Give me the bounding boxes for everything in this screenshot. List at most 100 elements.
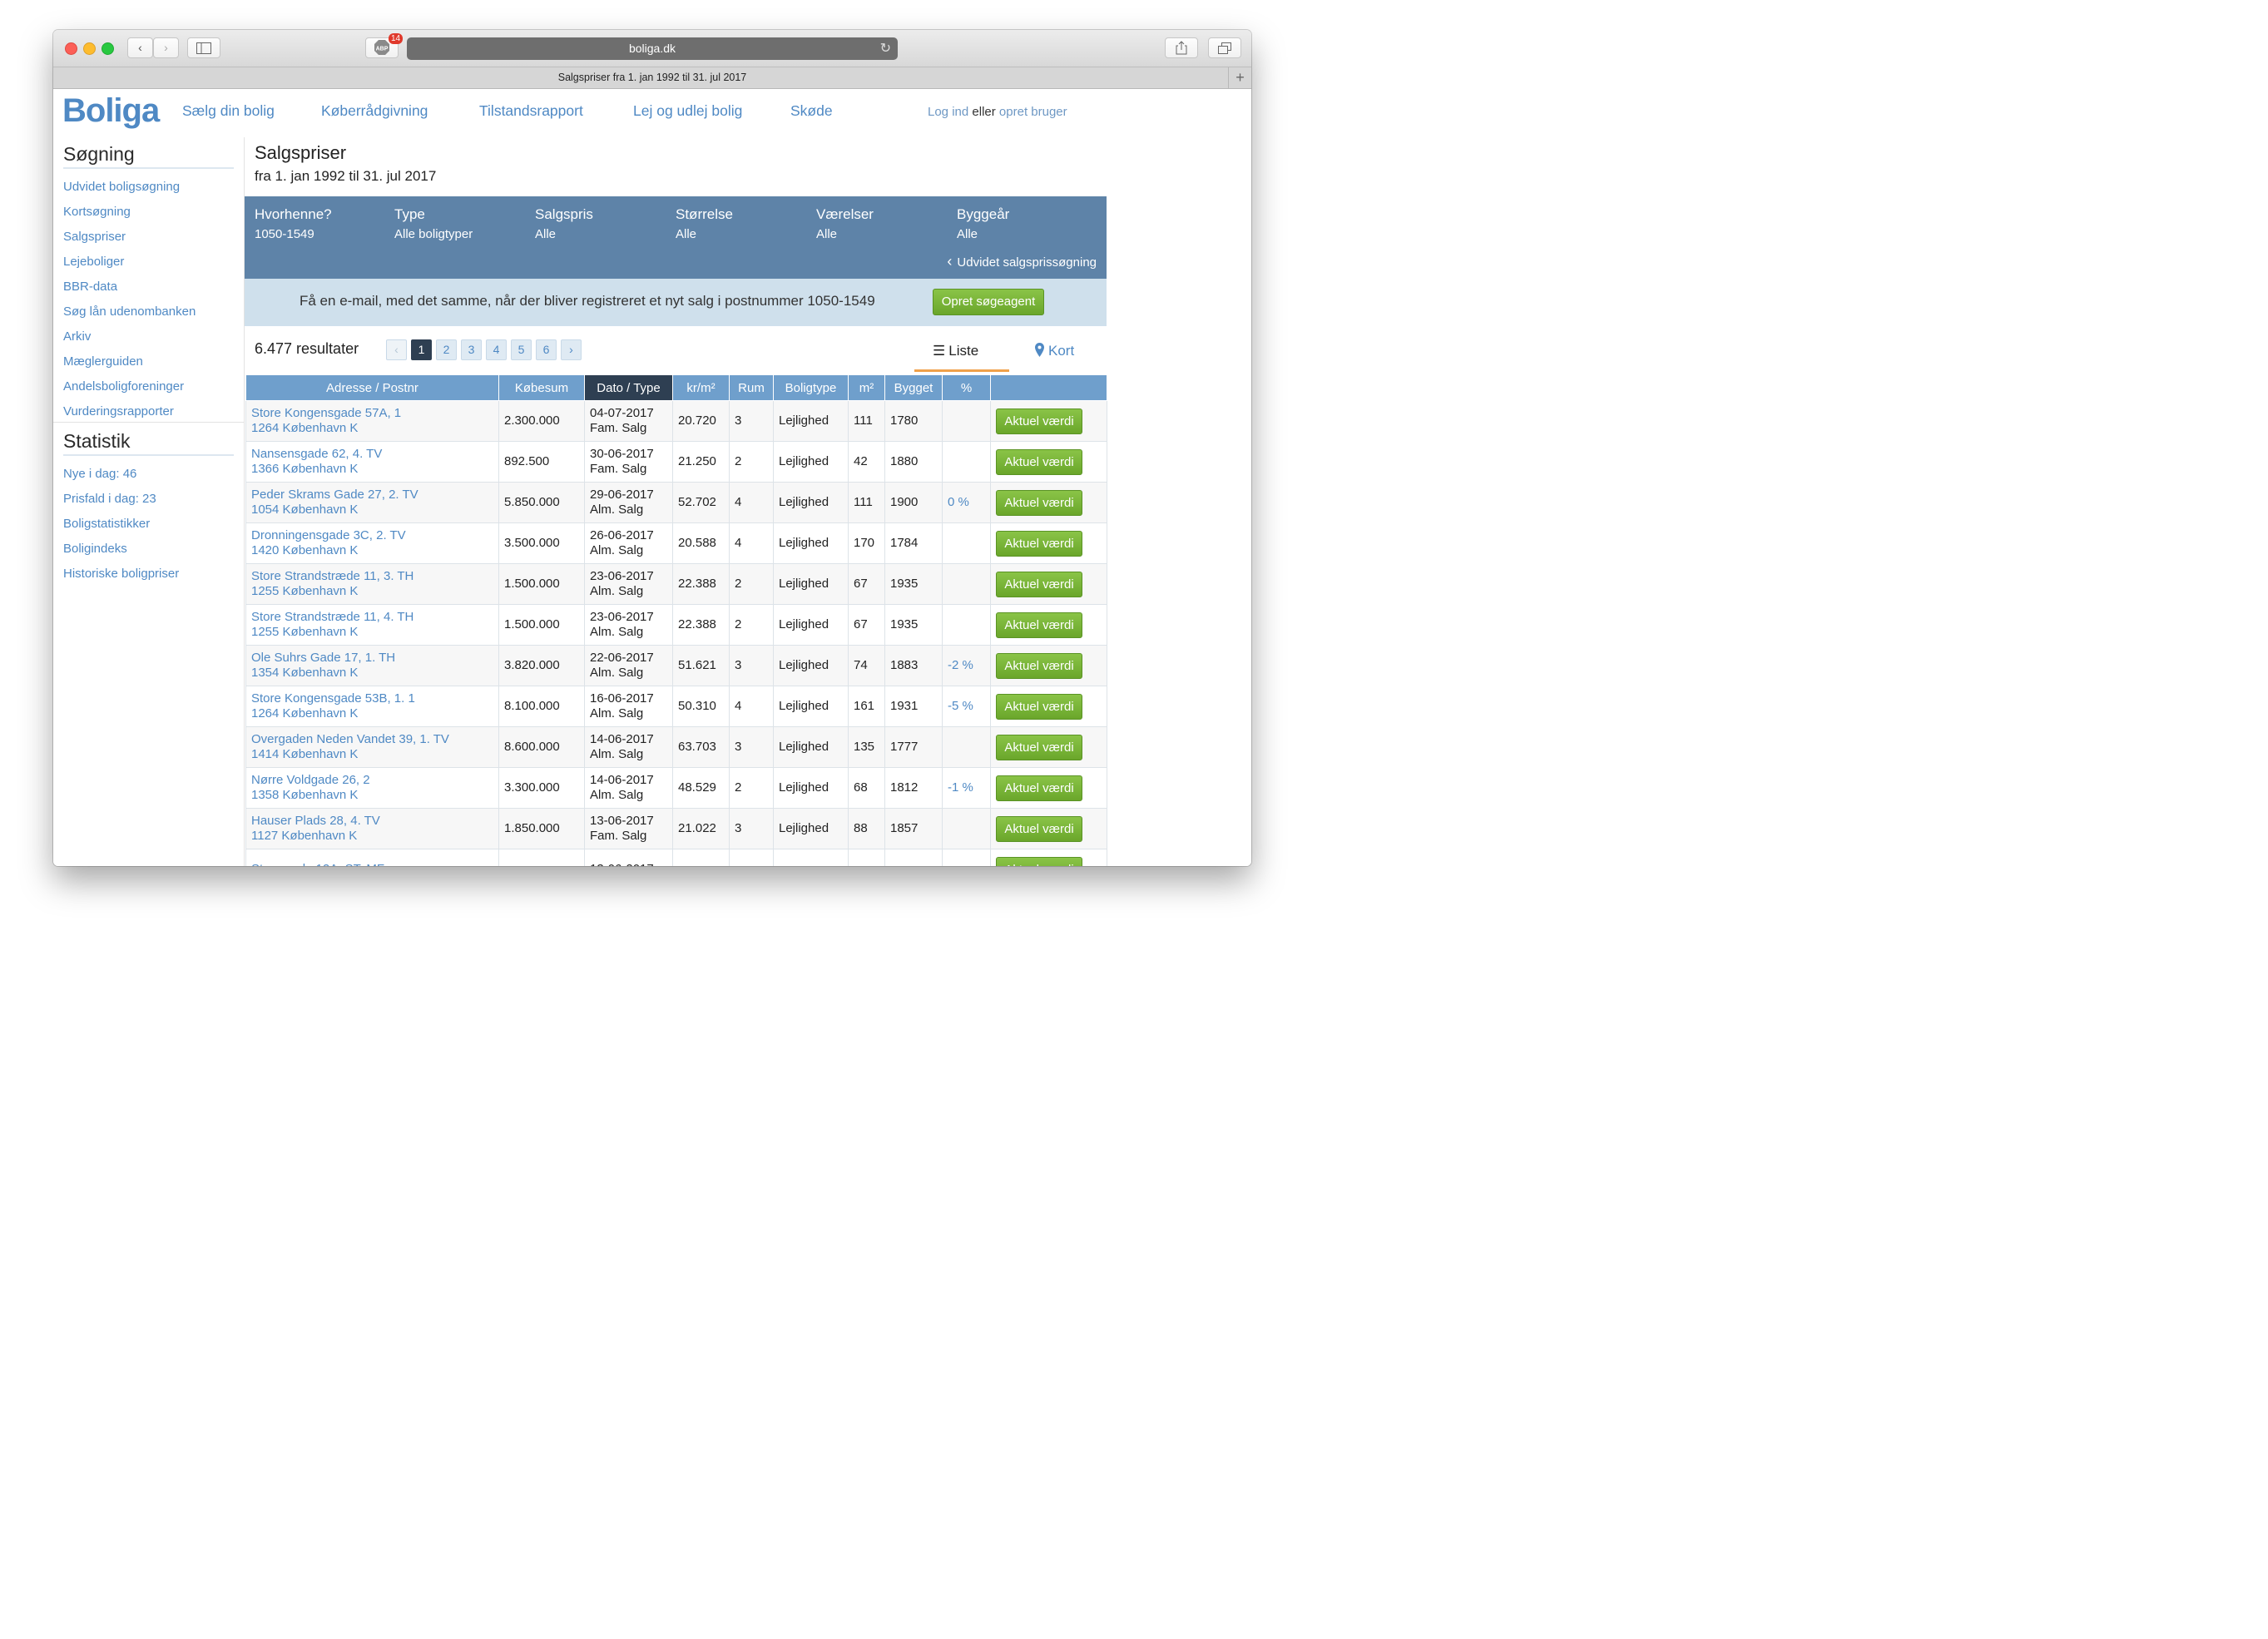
sidebar-link-valuation-reports[interactable]: Vurderingsrapporter	[63, 404, 174, 418]
tab-title[interactable]: Salgspriser fra 1. jan 1992 til 31. jul …	[558, 72, 747, 83]
create-search-agent-button[interactable]: Opret søgeagent	[933, 289, 1044, 315]
address-link[interactable]: Store Kongensgade 53B, 1. 1	[251, 691, 498, 706]
column-header-built[interactable]: Bygget	[884, 374, 943, 401]
current-value-button[interactable]: Aktuel værdi	[996, 408, 1082, 434]
sidebar-link-housing-stats[interactable]: Boligstatistikker	[63, 517, 150, 531]
current-value-button[interactable]: Aktuel værdi	[996, 815, 1082, 842]
address-bar[interactable]: boliga.dk ↻	[407, 37, 898, 60]
register-link[interactable]: opret bruger	[999, 105, 1067, 119]
nav-deed[interactable]: Skøde	[790, 102, 833, 120]
column-header-percent[interactable]: %	[942, 374, 991, 401]
sidebar-link-price-drops[interactable]: Prisfald i dag: 23	[63, 492, 156, 506]
pagination-next[interactable]: ›	[561, 339, 582, 360]
sidebar-link-realtor-guide[interactable]: Mæglerguiden	[63, 354, 143, 369]
sidebar-link-map-search[interactable]: Kortsøgning	[63, 205, 131, 219]
address-link[interactable]: Ole Suhrs Gade 17, 1. TH	[251, 651, 498, 666]
address-link[interactable]: Nørre Voldgade 26, 2	[251, 773, 498, 788]
filter-size[interactable]: Størrelse Alle	[676, 206, 733, 241]
current-value-button[interactable]: Aktuel værdi	[996, 571, 1082, 597]
back-button[interactable]: ‹	[127, 37, 153, 58]
table-row[interactable]: Store Kongensgade 53B, 1. 1 1264 Københav…	[245, 686, 1107, 727]
nav-sell-home[interactable]: Sælg din bolig	[182, 102, 275, 120]
sidebar-link-new-today[interactable]: Nye i dag: 46	[63, 467, 136, 481]
filter-price[interactable]: Salgspris Alle	[535, 206, 593, 241]
sidebar-link-sales-prices[interactable]: Salgspriser	[63, 230, 126, 244]
sidebar-link-historic-prices[interactable]: Historiske boligpriser	[63, 567, 179, 581]
sidebar-link-bbr-data[interactable]: BBR-data	[63, 280, 117, 294]
table-row[interactable]: Overgaden Neden Vandet 39, 1. TV 1414 Køb…	[245, 726, 1107, 768]
pagination-page-5[interactable]: 5	[511, 339, 532, 360]
zoom-window-icon[interactable]	[102, 42, 114, 55]
table-row[interactable]: Store Strandstræde 11, 4. TH 1255 Københa…	[245, 604, 1107, 646]
sidebar-link-advanced-search[interactable]: Udvidet boligsøgning	[63, 180, 180, 194]
share-button[interactable]	[1165, 37, 1198, 58]
address-link[interactable]: Hauser Plads 28, 4. TV	[251, 814, 498, 829]
filter-rooms[interactable]: Værelser Alle	[816, 206, 874, 241]
current-value-button[interactable]: Aktuel værdi	[996, 530, 1082, 557]
column-header-address[interactable]: Adresse / Postnr	[245, 374, 499, 401]
current-value-button[interactable]: Aktuel værdi	[996, 448, 1082, 475]
reload-icon[interactable]: ↻	[880, 37, 891, 60]
nav-buyer-advice[interactable]: Køberrådgivning	[321, 102, 428, 120]
tab-map-view[interactable]: Kort	[1035, 343, 1074, 359]
new-tab-button[interactable]: +	[1228, 67, 1251, 88]
column-header-date-type[interactable]: Dato / Type	[584, 374, 673, 401]
sidebar-link-archive[interactable]: Arkiv	[63, 329, 91, 344]
sidebar-link-housing-index[interactable]: Boligindeks	[63, 542, 127, 556]
current-value-button[interactable]: Aktuel værdi	[996, 612, 1082, 638]
minimize-window-icon[interactable]	[83, 42, 96, 55]
current-value-button[interactable]: Aktuel værdi	[996, 693, 1082, 720]
address-link[interactable]: Store Strandstræde 11, 4. TH	[251, 610, 498, 625]
current-value-button[interactable]: Aktuel værdi	[996, 652, 1082, 679]
current-value-button[interactable]: Aktuel værdi	[996, 856, 1082, 866]
close-window-icon[interactable]	[65, 42, 77, 55]
table-row[interactable]: Ole Suhrs Gade 17, 1. TH 1354 København K…	[245, 645, 1107, 686]
address-link[interactable]: Store Strandstræde 11, 3. TH	[251, 569, 498, 584]
year-built-cell: 1883	[884, 645, 943, 686]
current-value-button[interactable]: Aktuel værdi	[996, 489, 1082, 516]
pagination-page-4[interactable]: 4	[486, 339, 507, 360]
column-header-price[interactable]: Købesum	[498, 374, 585, 401]
column-header-rooms[interactable]: Rum	[729, 374, 774, 401]
pagination-prev[interactable]: ‹	[386, 339, 407, 360]
address-link[interactable]: Store Kongensgade 57A, 1	[251, 406, 498, 421]
sidebar-link-housing-coops[interactable]: Andelsboligforeninger	[63, 379, 184, 394]
nav-condition-report[interactable]: Tilstandsrapport	[479, 102, 583, 120]
address-link[interactable]: Peder Skrams Gade 27, 2. TV	[251, 488, 498, 503]
table-row[interactable]: Hauser Plads 28, 4. TV 1127 København K 1.…	[245, 808, 1107, 849]
nav-rent[interactable]: Lej og udlej bolig	[633, 102, 742, 120]
table-row[interactable]: Store Strandstræde 11, 3. TH 1255 Københa…	[245, 563, 1107, 605]
current-value-button[interactable]: Aktuel værdi	[996, 775, 1082, 801]
table-row[interactable]: Nansensgade 62, 4. TV 1366 København K 892…	[245, 441, 1107, 483]
forward-button[interactable]: ›	[153, 37, 179, 58]
column-header-sqm[interactable]: m²	[848, 374, 885, 401]
sidebar-link-rentals[interactable]: Lejeboliger	[63, 255, 124, 269]
address-link[interactable]: Overgaden Neden Vandet 39, 1. TV	[251, 732, 498, 747]
sidebar-link-loans[interactable]: Søg lån udenombanken	[63, 305, 196, 319]
login-link[interactable]: Log ind	[928, 105, 968, 119]
pagination-page-1[interactable]: 1	[411, 339, 432, 360]
address-link[interactable]: Dronningensgade 3C, 2. TV	[251, 528, 498, 543]
pagination-page-6[interactable]: 6	[536, 339, 557, 360]
address-link[interactable]: Nansensgade 62, 4. TV	[251, 447, 498, 462]
address-link[interactable]: Stormgade 12A, ST. MF	[251, 862, 498, 866]
adblock-button[interactable]: ABP 14	[365, 33, 404, 58]
boliga-logo[interactable]: Boliga	[62, 92, 160, 130]
pagination-page-2[interactable]: 2	[436, 339, 457, 360]
current-value-button[interactable]: Aktuel værdi	[996, 734, 1082, 760]
table-row[interactable]: Nørre Voldgade 26, 2 1358 København K 3.30…	[245, 767, 1107, 809]
table-row[interactable]: Stormgade 12A, ST. MF 13-06-2017 Aktuel væ…	[245, 849, 1107, 866]
tabs-overview-button[interactable]	[1208, 37, 1241, 58]
filter-type[interactable]: Type Alle boligtyper	[394, 206, 473, 241]
sidebar-toggle-button[interactable]	[187, 37, 220, 58]
filter-location[interactable]: Hvorhenne? 1050-1549	[255, 206, 332, 241]
advanced-price-search-link[interactable]: ‹ Udvidet salgsprissøgning	[947, 253, 1097, 270]
column-header-property-type[interactable]: Boligtype	[773, 374, 849, 401]
column-header-price-per-sqm[interactable]: kr/m²	[672, 374, 730, 401]
pagination-page-3[interactable]: 3	[461, 339, 482, 360]
filter-year-built[interactable]: Byggeår Alle	[957, 206, 1009, 241]
tab-list-view[interactable]: ☰ Liste	[933, 343, 978, 359]
table-row[interactable]: Dronningensgade 3C, 2. TV 1420 København …	[245, 522, 1107, 564]
table-row[interactable]: Store Kongensgade 57A, 1 1264 København K…	[245, 400, 1107, 442]
table-row[interactable]: Peder Skrams Gade 27, 2. TV 1054 Københav…	[245, 482, 1107, 523]
